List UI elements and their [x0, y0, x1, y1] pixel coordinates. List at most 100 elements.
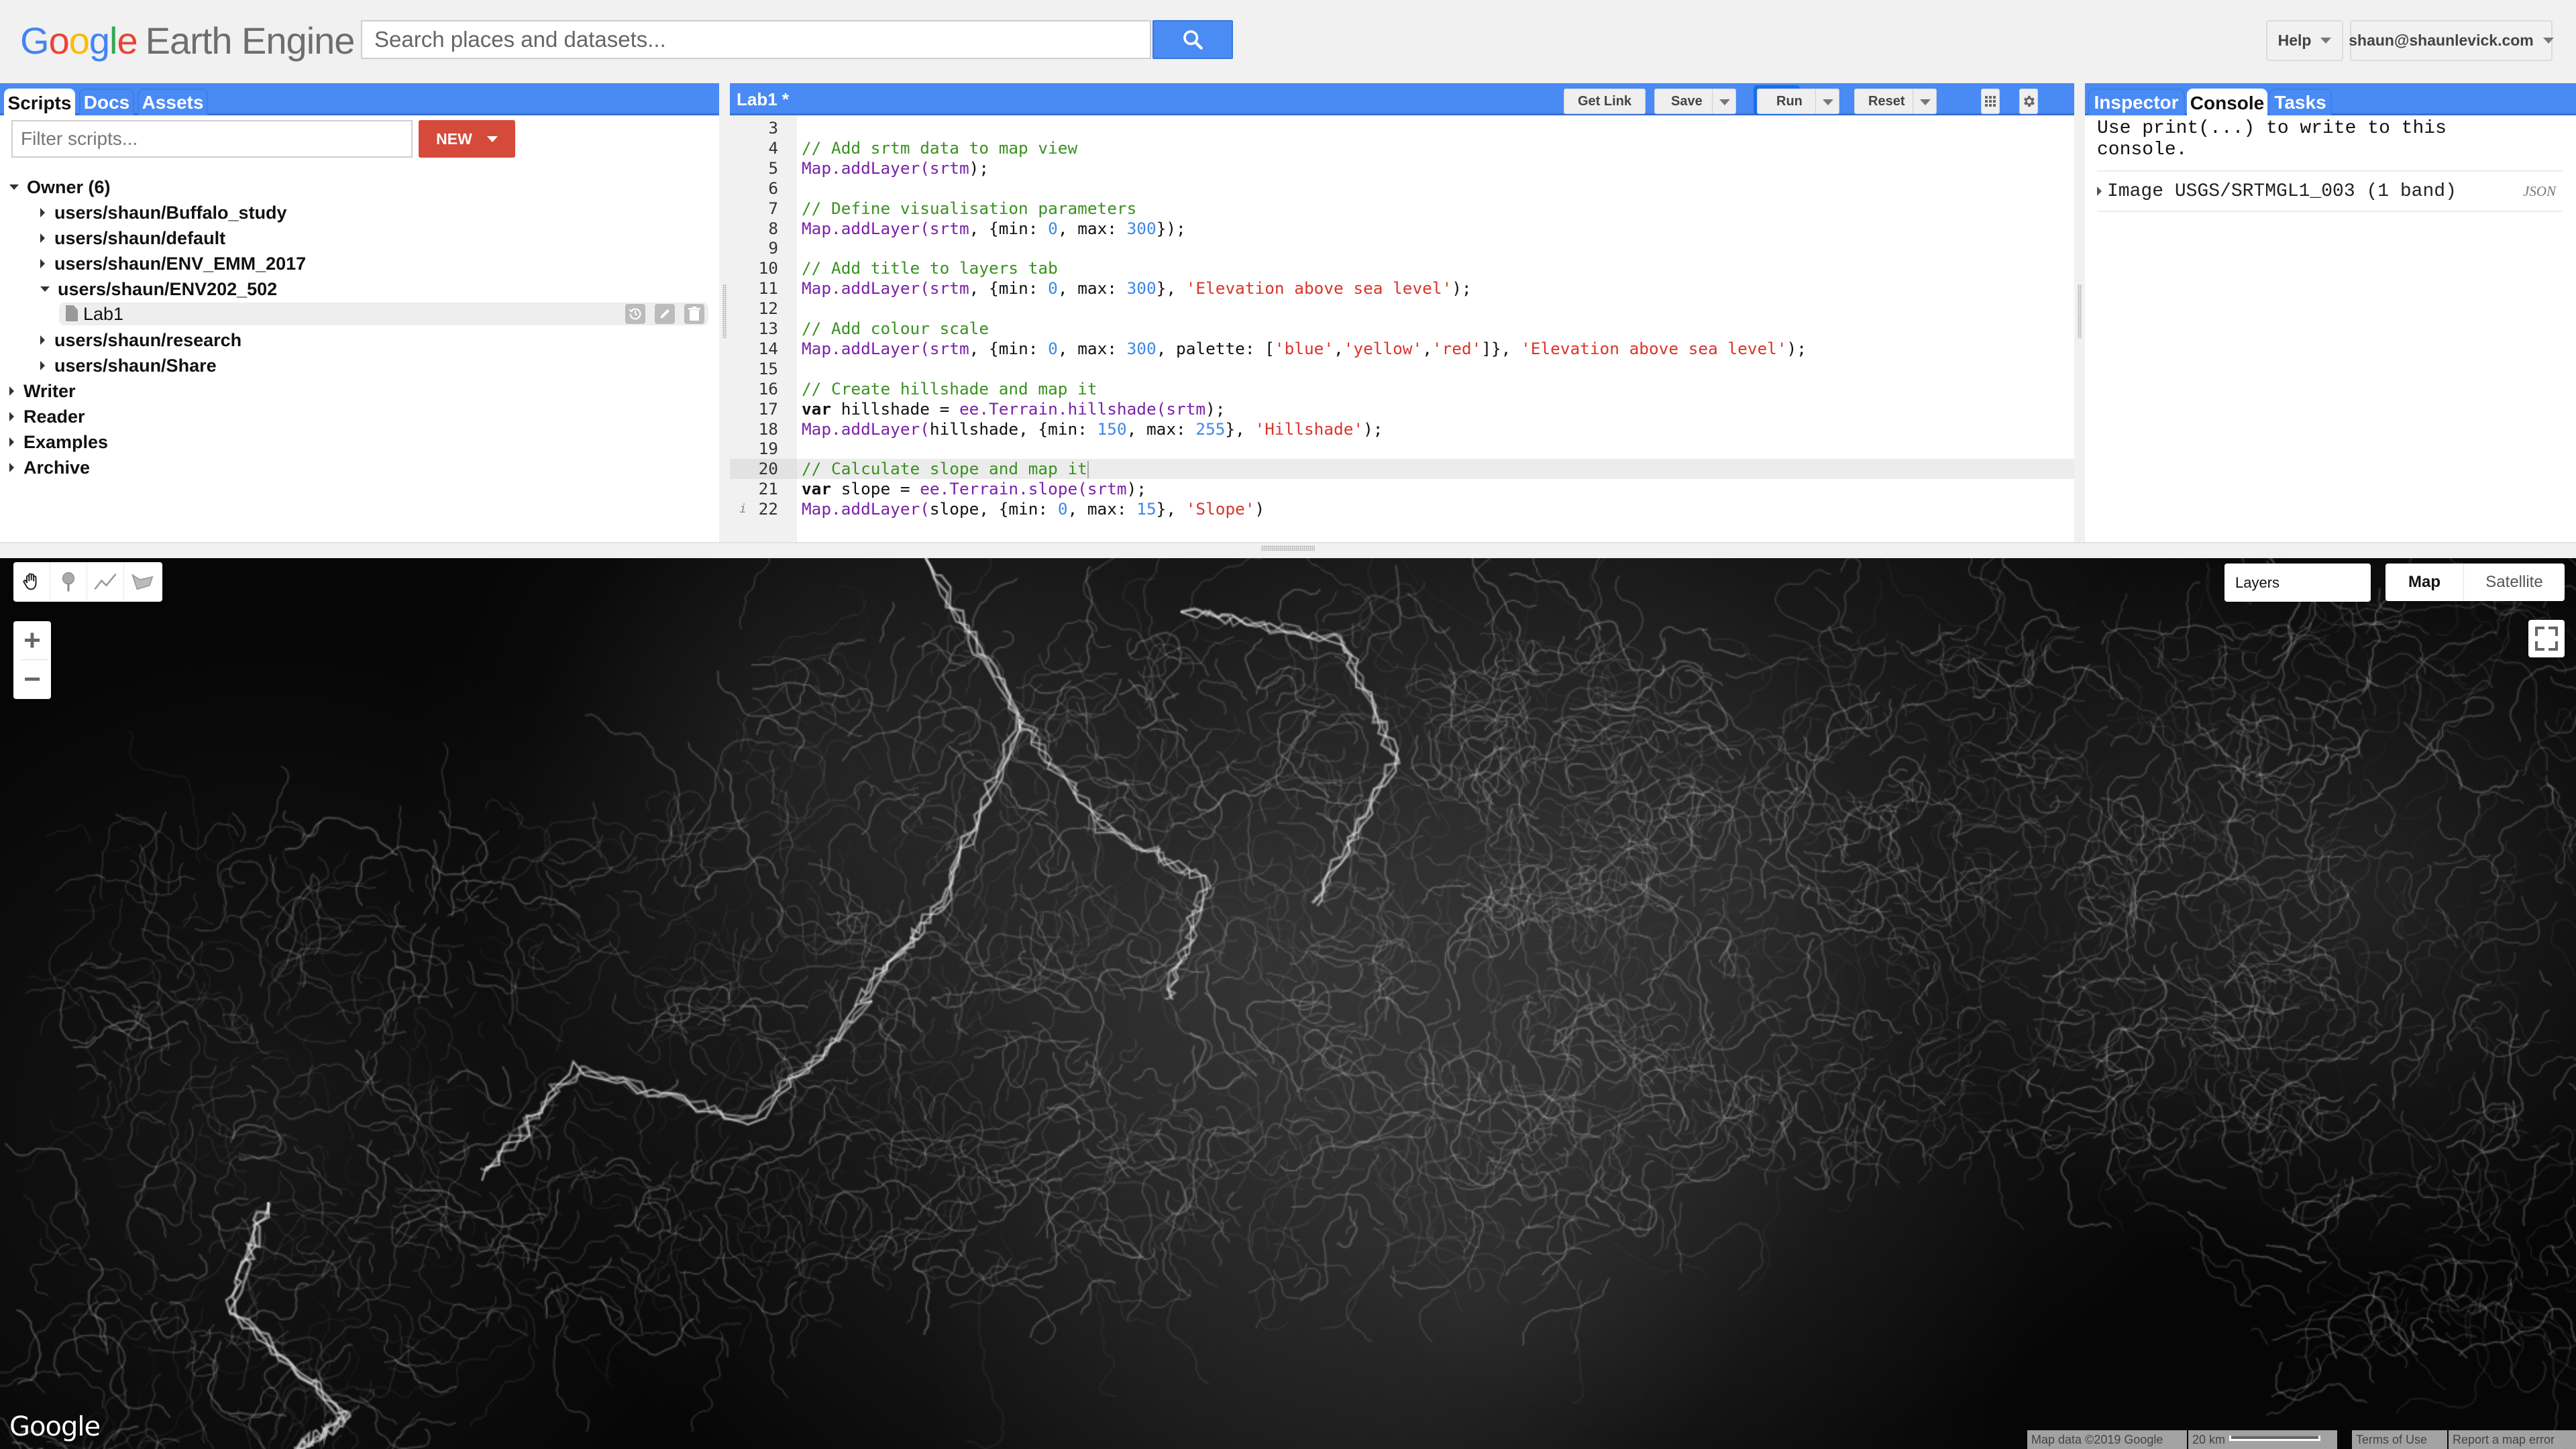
report-map-error-link[interactable]: Report a map error: [2449, 1430, 2576, 1449]
splitter-grip[interactable]: [1261, 545, 1315, 551]
apps-button[interactable]: [1981, 89, 2000, 114]
revision-history-button[interactable]: [625, 304, 645, 324]
json-button[interactable]: JSON: [2523, 183, 2556, 200]
collapsed-arrow-icon[interactable]: [9, 412, 14, 421]
left-splitter[interactable]: [719, 83, 730, 542]
map-type-map-button[interactable]: Map: [2385, 564, 2464, 601]
map-type-satellite-button[interactable]: Satellite: [2464, 564, 2565, 601]
scale-indicator[interactable]: 20 km: [2188, 1430, 2337, 1449]
tree-folder[interactable]: users/shaun/research: [40, 327, 241, 353]
code-line[interactable]: 9: [730, 238, 2074, 258]
code-line[interactable]: 10 // Add title to layers tab: [730, 258, 2074, 278]
tree-group[interactable]: Examples: [9, 429, 108, 455]
code-line[interactable]: 14 Map.addLayer(srtm, {min: 0, max: 300, …: [730, 339, 2074, 359]
settings-button[interactable]: [2019, 89, 2038, 114]
horizontal-splitter[interactable]: [0, 542, 2576, 558]
code-line[interactable]: 8 Map.addLayer(srtm, {min: 0, max: 300});: [730, 219, 2074, 239]
tree-group[interactable]: Owner (6): [9, 174, 111, 200]
search-button[interactable]: [1152, 20, 1233, 59]
tree-folder[interactable]: users/shaun/default: [40, 225, 225, 251]
help-button[interactable]: Help: [2266, 20, 2343, 61]
code-line[interactable]: 7 // Define visualisation parameters: [730, 199, 2074, 219]
splitter-grip[interactable]: [2078, 284, 2082, 338]
collapsed-arrow-icon[interactable]: [9, 386, 14, 396]
code-line[interactable]: 3: [730, 118, 2074, 138]
earth-engine-logo[interactable]: Google Earth Engine: [20, 19, 355, 66]
get-link-button[interactable]: Get Link: [1564, 89, 1646, 114]
tree-item-label: Reader: [23, 406, 85, 427]
save-button[interactable]: Save: [1654, 89, 1736, 114]
code-line[interactable]: 4 // Add srtm data to map view: [730, 138, 2074, 158]
run-dropdown-icon[interactable]: [1823, 99, 1833, 105]
tree-folder[interactable]: users/shaun/ENV_EMM_2017: [40, 251, 306, 276]
expanded-arrow-icon[interactable]: [9, 184, 19, 190]
code-line[interactable]: 5 Map.addLayer(srtm);: [730, 158, 2074, 178]
collapsed-arrow-icon[interactable]: [40, 361, 45, 370]
terms-of-use-link[interactable]: Terms of Use: [2352, 1430, 2447, 1449]
tree-folder[interactable]: users/shaun/Buffalo_study: [40, 200, 287, 225]
code-text: Map.addLayer(hillshade, {min: 150, max: …: [802, 419, 1383, 439]
reset-button[interactable]: Reset: [1854, 89, 1937, 114]
new-script-button[interactable]: NEW: [419, 120, 515, 158]
code-line[interactable]: i 22 Map.addLayer(slope, {min: 0, max: 15}…: [730, 499, 2074, 519]
script-file-row[interactable]: Lab1: [59, 303, 708, 325]
user-account-button[interactable]: shaun@shaunlevick.com: [2349, 20, 2554, 61]
delete-button[interactable]: [684, 304, 704, 324]
layers-panel-button[interactable]: Layers: [2224, 564, 2371, 602]
code-line[interactable]: 19: [730, 439, 2074, 459]
code-token-num: 0: [1048, 278, 1058, 299]
zoom-out-button[interactable]: −: [13, 660, 51, 698]
reset-dropdown-icon[interactable]: [1920, 99, 1931, 105]
tree-folder[interactable]: users/shaun/ENV202_502: [40, 276, 277, 302]
code-line[interactable]: 20 // Calculate slope and map it: [730, 459, 2074, 480]
tab-docs[interactable]: Docs: [79, 89, 134, 115]
tree-group[interactable]: Writer: [9, 378, 76, 404]
line-tool-button[interactable]: [87, 562, 124, 600]
code-line[interactable]: 16 // Create hillshade and map it: [730, 379, 2074, 399]
tab-scripts[interactable]: Scripts: [4, 89, 75, 117]
tree-item-label: Owner (6): [27, 176, 111, 197]
save-dropdown-icon[interactable]: [1719, 99, 1730, 105]
pan-tool-button[interactable]: [13, 562, 50, 600]
code-text: Map.addLayer(slope, {min: 0, max: 15}, '…: [802, 499, 1265, 519]
code-line[interactable]: 15: [730, 359, 2074, 379]
chevron-down-icon: [2542, 38, 2554, 44]
fullscreen-button[interactable]: [2528, 620, 2565, 657]
run-button[interactable]: Run: [1757, 89, 1839, 114]
collapsed-arrow-icon[interactable]: [40, 335, 45, 345]
collapsed-arrow-icon[interactable]: [40, 233, 45, 243]
collapsed-arrow-icon[interactable]: [9, 463, 14, 472]
code-line[interactable]: 6: [730, 178, 2074, 199]
code-token-fn: srtm: [1166, 398, 1206, 419]
tab-tasks[interactable]: Tasks: [2269, 89, 2332, 115]
map-view[interactable]: [0, 558, 2576, 1449]
expanded-arrow-icon[interactable]: [40, 286, 50, 292]
tree-group[interactable]: Archive: [9, 455, 90, 480]
polygon-tool-button[interactable]: [124, 562, 161, 600]
code-line[interactable]: 21 var slope = ee.Terrain.slope(srtm);: [730, 479, 2074, 499]
rename-button[interactable]: [655, 304, 675, 324]
tab-console[interactable]: Console: [2187, 89, 2267, 117]
script-file-label: Lab1: [83, 304, 124, 324]
search-input[interactable]: [362, 21, 1150, 58]
tab-inspector[interactable]: Inspector: [2088, 89, 2185, 115]
collapsed-arrow-icon[interactable]: [40, 259, 45, 268]
tree-group[interactable]: Reader: [9, 404, 85, 429]
code-line[interactable]: 12: [730, 299, 2074, 319]
zoom-in-button[interactable]: +: [13, 621, 51, 659]
code-line[interactable]: 13 // Add colour scale: [730, 319, 2074, 339]
tab-assets[interactable]: Assets: [138, 89, 208, 115]
splitter-grip[interactable]: [722, 284, 727, 338]
line-number: 5: [768, 158, 778, 178]
tree-folder[interactable]: users/shaun/Share: [40, 353, 217, 378]
right-splitter[interactable]: [2074, 83, 2085, 542]
point-tool-button[interactable]: [50, 562, 87, 600]
code-line[interactable]: 18 Map.addLayer(hillshade, {min: 150, max…: [730, 419, 2074, 439]
expand-arrow-icon[interactable]: [2097, 186, 2102, 196]
collapsed-arrow-icon[interactable]: [40, 208, 45, 217]
code-line[interactable]: 11 Map.addLayer(srtm, {min: 0, max: 300},…: [730, 278, 2074, 299]
filter-scripts-input[interactable]: [11, 120, 413, 158]
collapsed-arrow-icon[interactable]: [9, 437, 14, 447]
code-line[interactable]: 17 var hillshade = ee.Terrain.hillshade(s…: [730, 399, 2074, 419]
console-item[interactable]: Image USGS/SRTMGL1_003 (1 band) JSON: [2097, 170, 2563, 212]
